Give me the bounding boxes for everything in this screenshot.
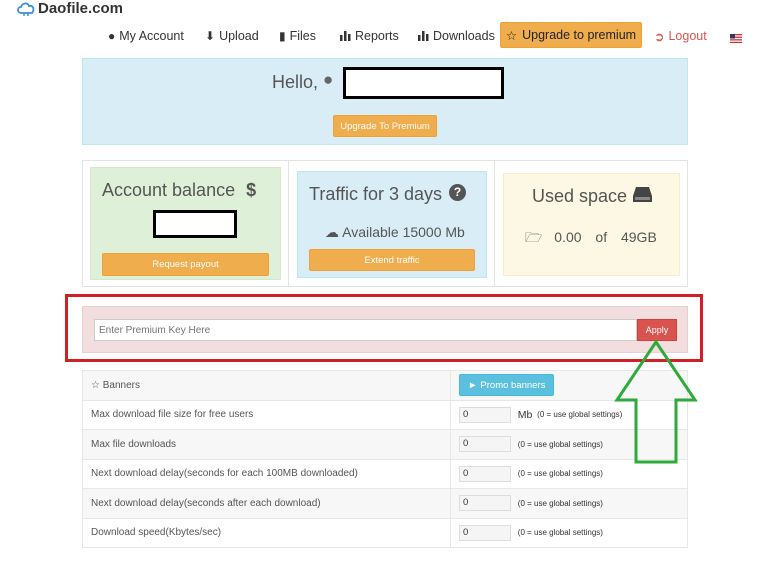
logout-link[interactable]: ➲ Logout — [654, 24, 707, 48]
extend-traffic-button[interactable]: Extend traffic — [309, 249, 475, 271]
delay-after-download-input[interactable]: 0 — [459, 495, 511, 512]
highlight-box — [65, 294, 703, 362]
promo-banners-button[interactable]: ► Promo banners — [459, 374, 555, 397]
setting-unit: Mb — [517, 408, 533, 421]
upload-icon: ⬇ — [205, 29, 216, 43]
chart-icon — [418, 31, 429, 41]
account-balance-title-text: Account balance — [102, 180, 236, 200]
site-logo[interactable]: Daofile.com — [16, 0, 123, 17]
setting-hint: (0 = use global settings) — [517, 439, 603, 449]
logout-label: Logout — [668, 29, 707, 43]
us-flag-icon[interactable] — [730, 34, 742, 43]
max-file-size-input[interactable]: 0 — [459, 406, 511, 423]
nav-files[interactable]: ▮ Files — [279, 24, 316, 48]
used-space-value: 🗁 0.00 of 49GB — [525, 227, 657, 251]
table-row: Next download delay(seconds for each 100… — [82, 458, 688, 489]
setting-hint: (0 = use global settings) — [517, 469, 603, 479]
folder-icon: 🗁 — [525, 229, 543, 245]
user-icon: ● — [108, 29, 116, 43]
chart-icon — [340, 31, 351, 41]
used-space-title-text: Used space — [532, 186, 628, 206]
used-space-of: of — [595, 229, 608, 245]
extend-traffic-label: Extend traffic — [364, 254, 420, 266]
nav-my-account-label: My Account — [119, 29, 184, 43]
request-payout-label: Request payout — [152, 259, 219, 270]
table-row: Next download delay(seconds after each d… — [82, 488, 688, 519]
table-row: ☆ Banners ► Promo banners — [82, 370, 688, 401]
table-row: Download speed(Kbytes/sec) 0 (0 = use gl… — [82, 517, 688, 548]
upgrade-premium-nav-button[interactable]: ☆ Upgrade to premium — [500, 22, 642, 48]
nav-reports[interactable]: Reports — [340, 24, 399, 48]
used-space-amount: 0.00 — [554, 229, 582, 245]
nav-downloads-label: Downloads — [433, 29, 495, 43]
table-row: Max file downloads 0 (0 = use global set… — [82, 429, 688, 460]
max-downloads-input[interactable]: 0 — [459, 436, 511, 453]
setting-value-cell: 0 (0 = use global settings) — [450, 488, 688, 519]
annotation-arrow-icon — [614, 339, 698, 464]
card-divider — [288, 160, 289, 287]
setting-label: Max file downloads — [82, 429, 451, 460]
setting-label: Next download delay(seconds after each d… — [82, 488, 451, 519]
star-icon: ☆ — [505, 28, 518, 43]
promo-banners-label: Promo banners — [480, 379, 546, 391]
setting-label: Download speed(Kbytes/sec) — [82, 517, 451, 548]
nav-my-account[interactable]: ● My Account — [108, 24, 184, 48]
used-space-title: Used space — [532, 186, 627, 207]
site-name: Daofile.com — [38, 0, 124, 17]
nav-reports-label: Reports — [355, 29, 399, 43]
nav-files-label: Files — [289, 29, 317, 43]
account-balance-title: Account balance $ — [102, 180, 256, 201]
cloud-icon — [17, 2, 35, 16]
card-divider — [494, 160, 495, 287]
traffic-available-text: Available 15000 Mb — [342, 224, 465, 240]
nav-upload-label: Upload — [219, 29, 259, 43]
setting-hint: (0 = use global settings) — [517, 498, 603, 508]
banners-label: Banners — [102, 379, 140, 391]
traffic-available: ☁ Available 15000 Mb — [325, 224, 465, 241]
nav-upload[interactable]: ⬇ Upload — [205, 24, 259, 48]
upgrade-premium-nav-label: Upgrade to premium — [522, 28, 637, 42]
upgrade-to-premium-label: Upgrade To Premium — [340, 120, 430, 132]
settings-table: ☆ Banners ► Promo banners Max download f… — [82, 370, 688, 548]
nav-downloads[interactable]: Downloads — [418, 24, 495, 48]
setting-value-cell: 0 (0 = use global settings) — [450, 517, 688, 548]
setting-label: Max download file size for free users — [82, 399, 451, 430]
greeting-text: Hello, — [272, 72, 318, 93]
traffic-title: Traffic for 3 days — [309, 184, 442, 205]
table-row: Max download file size for free users 0 … — [82, 399, 688, 430]
redacted-username — [343, 67, 504, 99]
hard-drive-icon — [633, 187, 652, 202]
help-icon[interactable]: ? — [449, 184, 466, 201]
setting-hint: (0 = use global settings) — [517, 528, 603, 538]
used-space-total: 49GB — [620, 229, 657, 245]
setting-hint: (0 = use global settings) — [537, 410, 623, 420]
redacted-balance — [153, 210, 237, 238]
user-icon: ● — [323, 70, 334, 89]
file-icon: ▮ — [279, 29, 286, 43]
megaphone-icon: ► — [468, 379, 478, 391]
greeting-label: Hello, — [272, 72, 319, 92]
banners-cell: ☆ Banners — [82, 370, 451, 401]
delay-per-100mb-input[interactable]: 0 — [459, 465, 511, 482]
setting-label: Next download delay(seconds for each 100… — [82, 458, 451, 489]
download-speed-input[interactable]: 0 — [459, 524, 511, 541]
traffic-title-text: Traffic for 3 days — [309, 184, 443, 204]
logout-icon: ➲ — [654, 29, 665, 44]
star-icon: ☆ — [91, 379, 100, 391]
dollar-icon: $ — [246, 180, 257, 200]
request-payout-button[interactable]: Request payout — [102, 253, 269, 276]
upgrade-to-premium-button[interactable]: Upgrade To Premium — [333, 115, 437, 137]
cloud-download-icon: ☁ — [325, 224, 339, 240]
